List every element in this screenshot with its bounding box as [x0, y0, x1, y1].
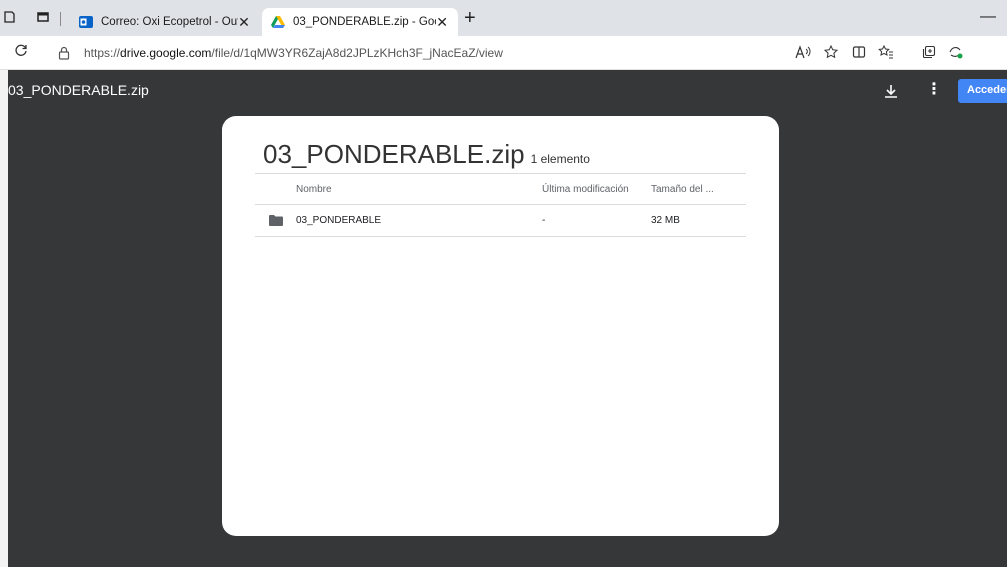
zip-name: 03_PONDERABLE.zip — [263, 139, 525, 169]
table-header: Nombre Última modificación Tamaño del ..… — [255, 173, 746, 205]
column-modified: Última modificación — [542, 184, 629, 195]
download-icon[interactable] — [882, 82, 900, 100]
address-bar[interactable]: https://drive.google.com/file/d/1qMW3YR6… — [46, 41, 776, 65]
url-prefix: https:// — [84, 46, 121, 60]
split-screen-icon[interactable] — [852, 45, 866, 62]
more-options-icon[interactable]: ⋮ — [926, 82, 942, 98]
lock-icon[interactable] — [58, 46, 70, 60]
zip-contents-card: 03_PONDERABLE.zip 1 elemento Nombre Últi… — [222, 116, 779, 536]
signin-button[interactable]: Acceder — [958, 79, 1007, 103]
browser-window: Correo: Oxi Ecopetrol - Outlook ✕ 03_PON… — [0, 0, 1007, 567]
browser-essentials-icon[interactable] — [948, 45, 964, 62]
row-modified: - — [542, 215, 546, 226]
close-tab-icon[interactable]: ✕ — [436, 14, 448, 31]
collections-icon[interactable] — [922, 45, 936, 62]
outlook-icon — [79, 16, 93, 28]
folder-icon — [269, 215, 283, 226]
contents-table: Nombre Última modificación Tamaño del ..… — [255, 173, 746, 237]
new-tab-button[interactable]: + — [464, 6, 476, 30]
minimize-button[interactable]: — — [980, 8, 996, 26]
workspaces-icon[interactable] — [2, 10, 16, 24]
tab-drive[interactable]: 03_PONDERABLE.zip - Google Dr ✕ — [262, 8, 458, 36]
column-name: Nombre — [296, 184, 332, 195]
table-row[interactable]: 03_PONDERABLE - 32 MB — [255, 205, 746, 237]
item-count: 1 elemento — [530, 152, 590, 166]
reload-icon[interactable] — [14, 43, 28, 62]
tab-divider — [60, 12, 61, 26]
tab-bar: Correo: Oxi Ecopetrol - Outlook ✕ 03_PON… — [0, 0, 1007, 36]
tab-title: Correo: Oxi Ecopetrol - Outlook — [101, 16, 238, 28]
zip-header: 03_PONDERABLE.zip 1 elemento — [263, 139, 590, 170]
row-name: 03_PONDERABLE — [296, 215, 382, 226]
close-tab-icon[interactable]: ✕ — [238, 14, 250, 31]
url-domain: drive.google.com — [120, 46, 212, 60]
address-bar-row: https://drive.google.com/file/d/1qMW3YR6… — [0, 36, 1007, 70]
drive-viewer: 03_PONDERABLE.zip ⋮ Acceder 03_PONDERABL… — [8, 70, 1007, 567]
url-path: /file/d/1qMW3YR6ZajA8d2JPLzKHch3F_jNacEa… — [211, 46, 503, 60]
favorite-star-icon[interactable] — [823, 44, 839, 62]
url-text[interactable]: https://drive.google.com/file/d/1qMW3YR6… — [84, 46, 503, 60]
tab-title: 03_PONDERABLE.zip - Google Dr — [293, 16, 436, 28]
favorites-icon[interactable] — [878, 44, 894, 62]
tab-outlook[interactable]: Correo: Oxi Ecopetrol - Outlook ✕ — [70, 8, 260, 36]
file-title: 03_PONDERABLE.zip — [8, 82, 149, 98]
row-size: 32 MB — [651, 215, 680, 226]
google-drive-icon — [271, 16, 285, 28]
read-aloud-icon[interactable] — [795, 45, 811, 62]
column-size: Tamaño del ... — [651, 184, 714, 195]
tab-actions-icon[interactable] — [36, 10, 50, 24]
